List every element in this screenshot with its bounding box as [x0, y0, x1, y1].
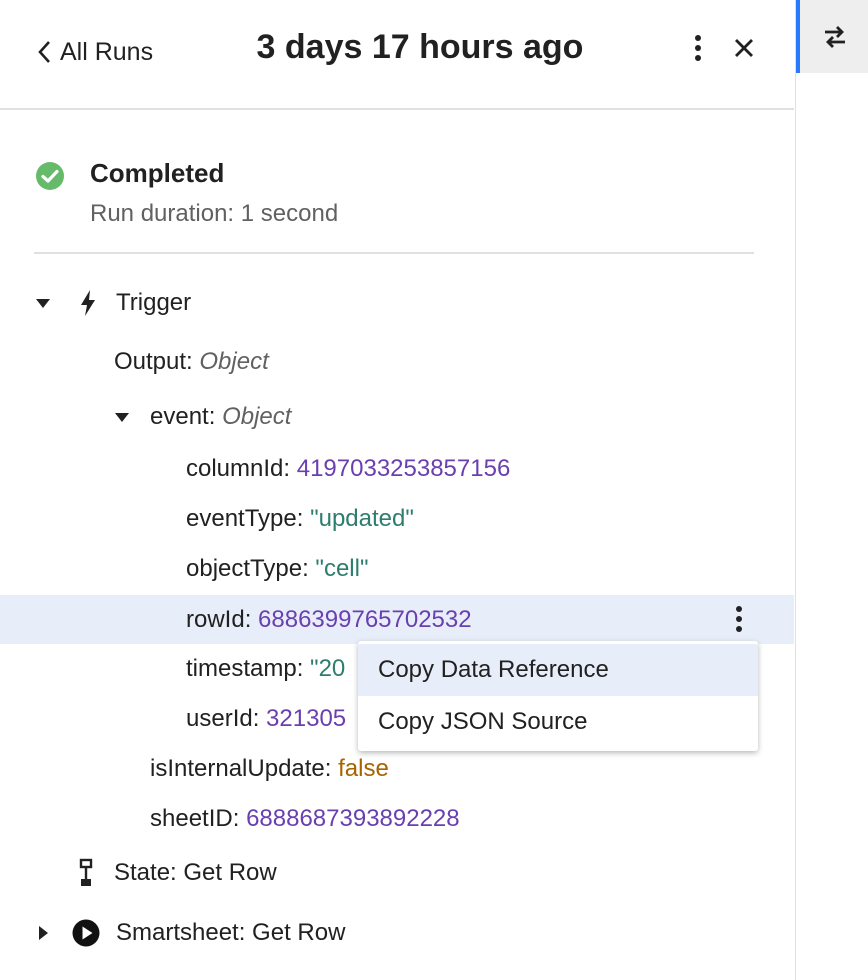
state-icon	[79, 858, 93, 886]
field-value: "20	[310, 655, 346, 682]
field-key: userId:	[186, 705, 260, 732]
output-type: Object	[199, 348, 269, 375]
smartsheet-step-label: Smartsheet: Get Row	[116, 919, 346, 946]
page-title: 3 days 17 hours ago	[256, 28, 584, 66]
tree-node-state-step[interactable]: State: Get Row	[0, 849, 794, 897]
field-value: 6886399765702532	[258, 605, 472, 633]
tree-node-output: Output: Object	[0, 338, 794, 386]
play-circle-icon	[72, 919, 100, 947]
caret-down-icon[interactable]	[33, 293, 53, 313]
bolt-icon	[81, 290, 95, 316]
check-circle-icon	[36, 162, 64, 190]
event-key: event:	[150, 403, 216, 430]
panel-header: All Runs 3 days 17 hours ago	[0, 0, 794, 110]
close-icon	[735, 39, 753, 57]
swap-arrows-icon	[824, 25, 845, 48]
tree-field-isInternalUpdate: isInternalUpdate: false	[0, 745, 794, 793]
field-key: timestamp:	[186, 655, 304, 682]
menu-item-copy-json-source[interactable]: Copy JSON Source	[358, 696, 758, 748]
run-duration: Run duration: 1 second	[90, 200, 339, 227]
field-value: 4197033253857156	[296, 455, 511, 482]
field-key: isInternalUpdate:	[150, 755, 332, 782]
menu-item-copy-data-reference[interactable]: Copy Data Reference	[358, 644, 758, 696]
field-more-options-button[interactable]	[728, 595, 750, 643]
tree-field-columnId: columnId: 4197033253857156	[0, 445, 794, 493]
field-value: 6888687393892228	[246, 805, 460, 832]
field-value: false	[338, 755, 389, 782]
caret-down-icon[interactable]	[112, 407, 132, 427]
field-key: columnId:	[186, 455, 291, 482]
close-button[interactable]	[728, 30, 760, 66]
state-step-label: State: Get Row	[114, 859, 277, 886]
run-details-panel: All Runs 3 days 17 hours ago Completed R…	[0, 0, 794, 980]
right-rail	[795, 0, 868, 980]
more-options-button[interactable]	[684, 30, 712, 66]
tree-node-smartsheet-step[interactable]: Smartsheet: Get Row	[0, 909, 794, 957]
tree-field-rowId[interactable]: rowId: 6886399765702532	[0, 595, 794, 644]
caret-right-icon[interactable]	[33, 923, 53, 943]
context-menu: Copy Data Reference Copy JSON Source	[358, 641, 758, 751]
tree-field-objectType: objectType: "cell"	[0, 545, 794, 593]
status-title: Completed	[90, 158, 225, 188]
field-value: "updated"	[310, 505, 414, 532]
field-key: eventType:	[186, 505, 304, 532]
tree-node-event[interactable]: event: Object	[0, 393, 794, 441]
tree-field-eventType: eventType: "updated"	[0, 495, 794, 543]
tree-field-sheetID: sheetID: 6888687393892228	[0, 795, 794, 843]
tree-node-trigger[interactable]: Trigger	[0, 279, 794, 327]
field-key: objectType:	[186, 555, 309, 582]
field-key: sheetID:	[150, 805, 240, 832]
tree-label-trigger: Trigger	[116, 289, 192, 316]
field-value: 321305	[266, 705, 347, 732]
output-key: Output:	[114, 348, 193, 375]
divider	[34, 252, 754, 254]
event-type: Object	[222, 403, 292, 430]
field-value: "cell"	[315, 555, 369, 582]
field-key: rowId:	[186, 605, 252, 633]
toggle-panel-button[interactable]	[796, 0, 868, 73]
more-vert-icon	[695, 35, 701, 61]
more-vert-icon	[736, 606, 742, 632]
